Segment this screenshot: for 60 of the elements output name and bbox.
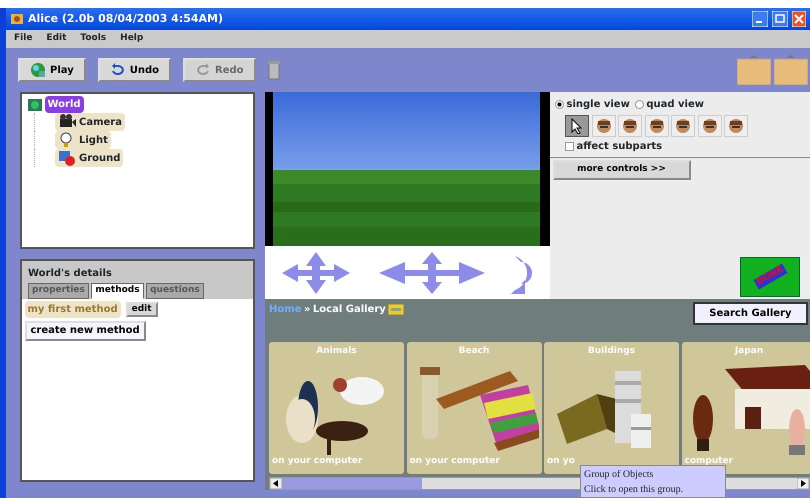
- close-button[interactable]: [792, 11, 806, 27]
- folder-caption: computer: [684, 454, 734, 468]
- head-icon: [648, 116, 666, 134]
- folder-title: Animals: [316, 345, 357, 358]
- folder-title: Japan: [734, 345, 764, 358]
- menu-item[interactable]: Help: [120, 32, 144, 46]
- undo-icon: [110, 62, 126, 78]
- window-title: Alice (2.0b 08/04/2003 4:54AM): [28, 10, 224, 27]
- ground-icon: [58, 150, 76, 166]
- edit-button[interactable]: edit: [126, 302, 158, 317]
- folder-caption: on your computer: [410, 454, 500, 468]
- globe-icon: [30, 62, 46, 78]
- radio-button[interactable]: [555, 100, 564, 109]
- create-method-button[interactable]: create new method: [24, 320, 146, 340]
- app-icon: [10, 12, 24, 26]
- tooltip-line: Click to open this group.: [584, 483, 684, 497]
- move-arrows-icon: [377, 250, 488, 296]
- head-icon: [727, 116, 745, 134]
- redo-icon: [195, 62, 211, 78]
- globe-icon: [28, 98, 42, 110]
- head-icon: [674, 116, 692, 134]
- tree-item[interactable]: World: [44, 96, 84, 113]
- tool-button[interactable]: [565, 114, 589, 136]
- clipboard-icon: [737, 55, 771, 85]
- clipboard-icon: [774, 55, 808, 85]
- pointer-icon: [570, 118, 584, 134]
- tab[interactable]: methods: [91, 283, 144, 298]
- scroll-right-icon[interactable]: [797, 478, 809, 489]
- radio-label: single view: [566, 98, 630, 112]
- radio-label: quad view: [646, 98, 704, 112]
- folder-icon: [388, 304, 404, 315]
- maximize-button[interactable]: [772, 11, 788, 27]
- panel-title: World's details: [28, 266, 113, 280]
- breadcrumb-separator: »: [304, 303, 310, 317]
- search-gallery-button[interactable]: Search Gallery: [693, 302, 808, 325]
- head-icon: [594, 116, 612, 134]
- tree-item[interactable]: Ground: [55, 149, 124, 167]
- folder-title: Buildings: [588, 345, 636, 358]
- breadcrumb-current: Local Gallery: [312, 303, 386, 317]
- folder-caption: on your computer: [272, 454, 362, 468]
- head-icon: [621, 116, 639, 134]
- more-controls-button[interactable]: more controls >>: [552, 160, 690, 180]
- trash-icon: [268, 60, 280, 80]
- minimize-button[interactable]: [752, 11, 768, 27]
- toolbar-button[interactable]: Play: [18, 58, 86, 82]
- folder-caption: on yo: [547, 454, 575, 468]
- menu-item[interactable]: Edit: [46, 32, 66, 46]
- menu-item[interactable]: File: [14, 32, 32, 46]
- scrollbar-thumb[interactable]: [282, 478, 422, 489]
- head-icon: [700, 116, 718, 134]
- scroll-left-icon[interactable]: [270, 478, 282, 489]
- radio-button[interactable]: [634, 100, 644, 109]
- tree-item[interactable]: Camera: [55, 113, 125, 131]
- camera-icon: [58, 114, 76, 130]
- menu-item[interactable]: Tools: [80, 32, 106, 46]
- folder-title: Beach: [458, 345, 490, 358]
- checkbox[interactable]: [565, 142, 574, 151]
- checkbox-label: affect subparts: [576, 140, 662, 154]
- tree-item[interactable]: Light: [55, 131, 111, 149]
- toolbar-button[interactable]: Undo: [98, 58, 171, 82]
